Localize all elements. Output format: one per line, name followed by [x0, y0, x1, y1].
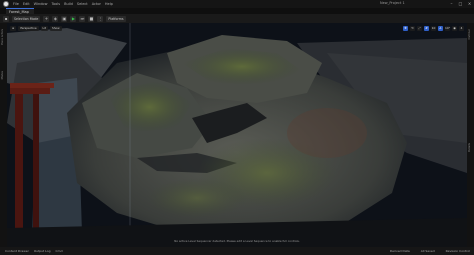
left-dock-tab-place-actors[interactable]: Place Actors: [1, 29, 6, 45]
derived-data-button[interactable]: Derived Data: [390, 249, 410, 253]
minimize-icon[interactable]: –: [449, 1, 454, 6]
platforms-label: Platforms: [108, 16, 124, 21]
tab-level-label: Forest_Map: [9, 9, 29, 14]
right-dock-tab-outliner[interactable]: Outliner: [468, 29, 473, 39]
grid-snap-icon[interactable]: #: [424, 26, 429, 31]
rotate-tool-icon[interactable]: ↻: [410, 26, 415, 31]
output-log-button[interactable]: Output Log: [34, 249, 51, 253]
viewport-toolbar: ≡ Perspective Lit Show: [10, 26, 62, 31]
platforms-dropdown[interactable]: Platforms: [106, 15, 126, 22]
close-icon[interactable]: ×: [467, 1, 472, 6]
move-tool-icon[interactable]: ✥: [403, 26, 408, 31]
menu-help[interactable]: Help: [105, 2, 113, 6]
project-name: New_Project 1: [380, 1, 405, 5]
left-dock-strip: Place Actors Modes: [0, 23, 7, 247]
cinematics-icon[interactable]: ▣: [61, 15, 68, 22]
save-icon[interactable]: ▪: [3, 15, 9, 22]
window-controls: – □ ×: [449, 1, 472, 6]
selection-mode-dropdown[interactable]: Selection Mode: [12, 15, 41, 22]
camera-speed-icon[interactable]: ◉: [452, 26, 457, 31]
all-saved-button[interactable]: All Saved: [421, 249, 435, 253]
grid-snap-value[interactable]: 10: [431, 26, 436, 31]
viewport-status-message: No active Level Sequencer detected. Plea…: [174, 239, 300, 243]
menu-file[interactable]: File: [13, 2, 19, 6]
selection-mode-label: Selection Mode: [14, 16, 39, 21]
status-bar: Content Drawer Output Log Cmd Derived Da…: [0, 247, 474, 255]
content-drawer-button[interactable]: Content Drawer: [5, 249, 29, 253]
rotation-snap-icon[interactable]: ∠: [438, 26, 443, 31]
title-bar: File Edit Window Tools Build Select Acto…: [0, 0, 474, 8]
menu-edit[interactable]: Edit: [23, 2, 30, 6]
add-actor-icon[interactable]: +: [43, 15, 50, 22]
scene-render: [7, 23, 467, 247]
right-dock-strip: Outliner Details: [467, 23, 474, 247]
viewport-transform-tools: ✥ ↻ ⤢ # 10 ∠ 10° ◉ 4: [403, 26, 464, 31]
menu-build[interactable]: Build: [64, 2, 73, 6]
stop-icon[interactable]: ■: [88, 15, 95, 22]
level-viewport[interactable]: ≡ Perspective Lit Show ✥ ↻ ⤢ # 10 ∠ 10° …: [7, 23, 467, 247]
cmd-input[interactable]: Cmd: [56, 249, 63, 253]
unreal-logo-icon[interactable]: [3, 1, 9, 7]
play-icon[interactable]: ▶: [70, 15, 77, 22]
perspective-button[interactable]: Perspective: [18, 26, 39, 31]
lit-button[interactable]: Lit: [40, 26, 48, 31]
menu-window[interactable]: Window: [34, 2, 48, 6]
right-dock-tab-details[interactable]: Details: [468, 143, 473, 152]
camera-speed-value[interactable]: 4: [459, 26, 464, 31]
rotation-snap-value[interactable]: 10°: [445, 26, 450, 31]
maximize-icon[interactable]: □: [458, 1, 463, 6]
skip-icon[interactable]: ⏭: [79, 15, 86, 22]
main-toolbar: ▪ Selection Mode + ◈ ▣ ▶ ⏭ ■ ⋮ Platforms: [0, 14, 474, 23]
more-options-icon[interactable]: ⋮: [97, 15, 104, 22]
blueprint-icon[interactable]: ◈: [52, 15, 59, 22]
left-dock-tab-modes[interactable]: Modes: [1, 71, 6, 79]
revision-control-button[interactable]: Revision Control: [446, 249, 470, 253]
menu-tools[interactable]: Tools: [51, 2, 60, 6]
show-button[interactable]: Show: [49, 26, 62, 31]
viewport-menu-button[interactable]: ≡: [10, 26, 17, 31]
menu-select[interactable]: Select: [77, 2, 88, 6]
status-bar-right: Derived Data All Saved Revision Control: [385, 249, 470, 253]
menu-actor[interactable]: Actor: [92, 2, 101, 6]
scale-tool-icon[interactable]: ⤢: [417, 26, 422, 31]
